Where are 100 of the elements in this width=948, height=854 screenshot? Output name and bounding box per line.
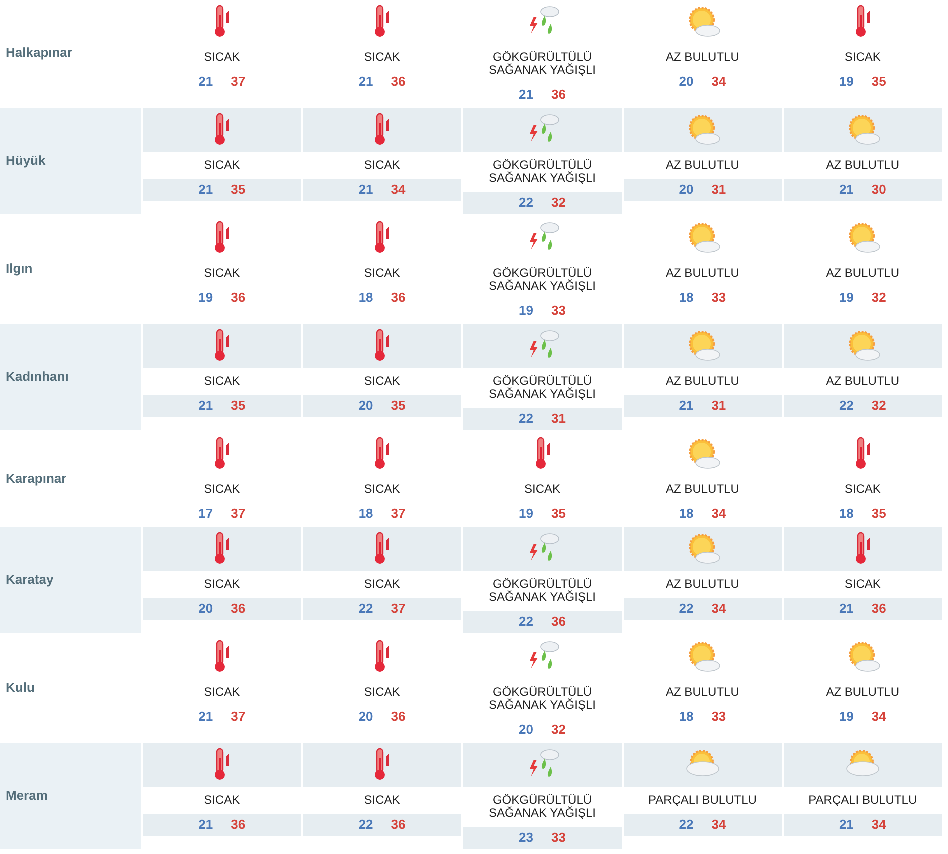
high-temperature: 34: [712, 73, 726, 92]
high-temperature: 37: [391, 600, 406, 618]
high-temperature: 36: [391, 708, 406, 726]
thermometer-icon: [213, 437, 232, 471]
condition-text: SICAK: [363, 375, 402, 388]
high-temperature: 36: [872, 600, 886, 618]
condition-text: SICAK: [363, 51, 402, 64]
high-temperature: 32: [872, 397, 886, 416]
high-temperature: 36: [391, 816, 406, 834]
high-temperature: 34: [391, 181, 406, 200]
city-name: Karapınar: [6, 470, 67, 488]
thermometer-icon: [854, 532, 872, 566]
high-temperature: 34: [872, 816, 886, 834]
thermometer-icon: [373, 221, 392, 255]
thermometer-icon: [213, 5, 232, 39]
thermometer-icon: [213, 329, 232, 363]
high-temperature: 37: [231, 708, 246, 726]
condition-text: GÖKGÜRÜLTÜLÜ SAĞANAK YAĞIŞLI: [488, 267, 597, 293]
thermometer-icon: [213, 113, 232, 147]
condition-text: SICAK: [203, 51, 242, 64]
condition-text: AZ BULUTLU: [665, 483, 740, 496]
low-temperature: 23: [519, 829, 534, 848]
high-temperature: 32: [872, 289, 886, 308]
thermometer-icon: [373, 640, 392, 674]
high-temperature: 32: [552, 194, 566, 212]
condition-text: SICAK: [203, 375, 242, 388]
high-temperature: 34: [712, 505, 726, 524]
high-temperature: 36: [231, 289, 246, 308]
high-temperature: 36: [552, 86, 566, 104]
condition-text: SICAK: [203, 686, 242, 699]
condition-text: SICAK: [363, 159, 402, 172]
condition-text: SICAK: [844, 483, 882, 496]
low-temperature: 20: [358, 708, 374, 726]
low-temperature: 21: [839, 181, 854, 200]
low-temperature: 21: [839, 600, 854, 618]
condition-text: SICAK: [203, 159, 242, 172]
condition-text: AZ BULUTLU: [825, 686, 901, 699]
high-temperature: 33: [712, 708, 726, 726]
high-temperature: 36: [391, 289, 406, 308]
high-temperature: 30: [872, 181, 886, 200]
condition-text: SICAK: [203, 578, 242, 591]
condition-text: PARÇALI BULUTLU: [808, 794, 918, 807]
low-temperature: 21: [198, 708, 214, 726]
condition-text: SICAK: [363, 686, 402, 699]
low-temperature: 18: [679, 289, 694, 308]
low-temperature: 21: [358, 181, 374, 200]
low-temperature: 19: [839, 708, 854, 726]
high-temperature: 33: [712, 289, 726, 308]
condition-text: SICAK: [363, 794, 402, 807]
low-temperature: 19: [519, 505, 534, 524]
high-temperature: 37: [231, 73, 246, 92]
condition-text: AZ BULUTLU: [665, 686, 740, 699]
thermometer-icon: [213, 532, 232, 566]
high-temperature: 37: [231, 505, 246, 524]
low-temperature: 22: [519, 613, 534, 632]
condition-text: SICAK: [844, 51, 882, 64]
condition-text: AZ BULUTLU: [665, 375, 740, 388]
low-temperature: 18: [358, 505, 374, 524]
low-temperature: 20: [519, 721, 534, 740]
low-temperature: 18: [358, 289, 374, 308]
high-temperature: 36: [231, 600, 246, 618]
high-temperature: 36: [231, 816, 246, 834]
thermometer-icon: [373, 113, 392, 147]
condition-text: AZ BULUTLU: [665, 267, 740, 280]
thermometer-icon: [213, 748, 232, 782]
thermometer-icon: [373, 748, 392, 782]
condition-text: SICAK: [363, 267, 402, 280]
condition-text: SICAK: [203, 794, 242, 807]
high-temperature: 34: [872, 708, 886, 726]
low-temperature: 21: [679, 397, 694, 416]
low-temperature: 22: [358, 816, 374, 834]
high-temperature: 31: [712, 181, 726, 200]
condition-text: GÖKGÜRÜLTÜLÜ SAĞANAK YAĞIŞLI: [488, 51, 597, 77]
thermometer-icon: [373, 437, 392, 471]
low-temperature: 21: [198, 397, 214, 416]
condition-text: SICAK: [203, 483, 242, 496]
high-temperature: 35: [872, 73, 886, 92]
thermometer-icon: [213, 640, 232, 674]
low-temperature: 22: [519, 194, 534, 212]
thermometer-icon: [854, 437, 872, 471]
high-temperature: 35: [391, 397, 406, 416]
city-name: Kulu: [6, 679, 35, 698]
high-temperature: 33: [552, 829, 566, 848]
condition-text: AZ BULUTLU: [825, 159, 901, 172]
condition-text: AZ BULUTLU: [825, 375, 901, 388]
condition-text: SICAK: [363, 483, 402, 496]
condition-text: AZ BULUTLU: [665, 159, 740, 172]
condition-text: GÖKGÜRÜLTÜLÜ SAĞANAK YAĞIŞLI: [488, 794, 597, 820]
low-temperature: 20: [679, 73, 694, 92]
low-temperature: 19: [839, 73, 854, 92]
condition-text: SICAK: [844, 578, 882, 591]
high-temperature: 35: [231, 181, 246, 200]
high-temperature: 35: [231, 397, 246, 416]
low-temperature: 21: [519, 86, 534, 104]
condition-text: GÖKGÜRÜLTÜLÜ SAĞANAK YAĞIŞLI: [488, 375, 597, 401]
thermometer-icon: [373, 5, 392, 39]
low-temperature: 18: [679, 505, 694, 524]
high-temperature: 35: [872, 505, 886, 524]
low-temperature: 22: [679, 816, 694, 834]
low-temperature: 21: [198, 181, 214, 200]
